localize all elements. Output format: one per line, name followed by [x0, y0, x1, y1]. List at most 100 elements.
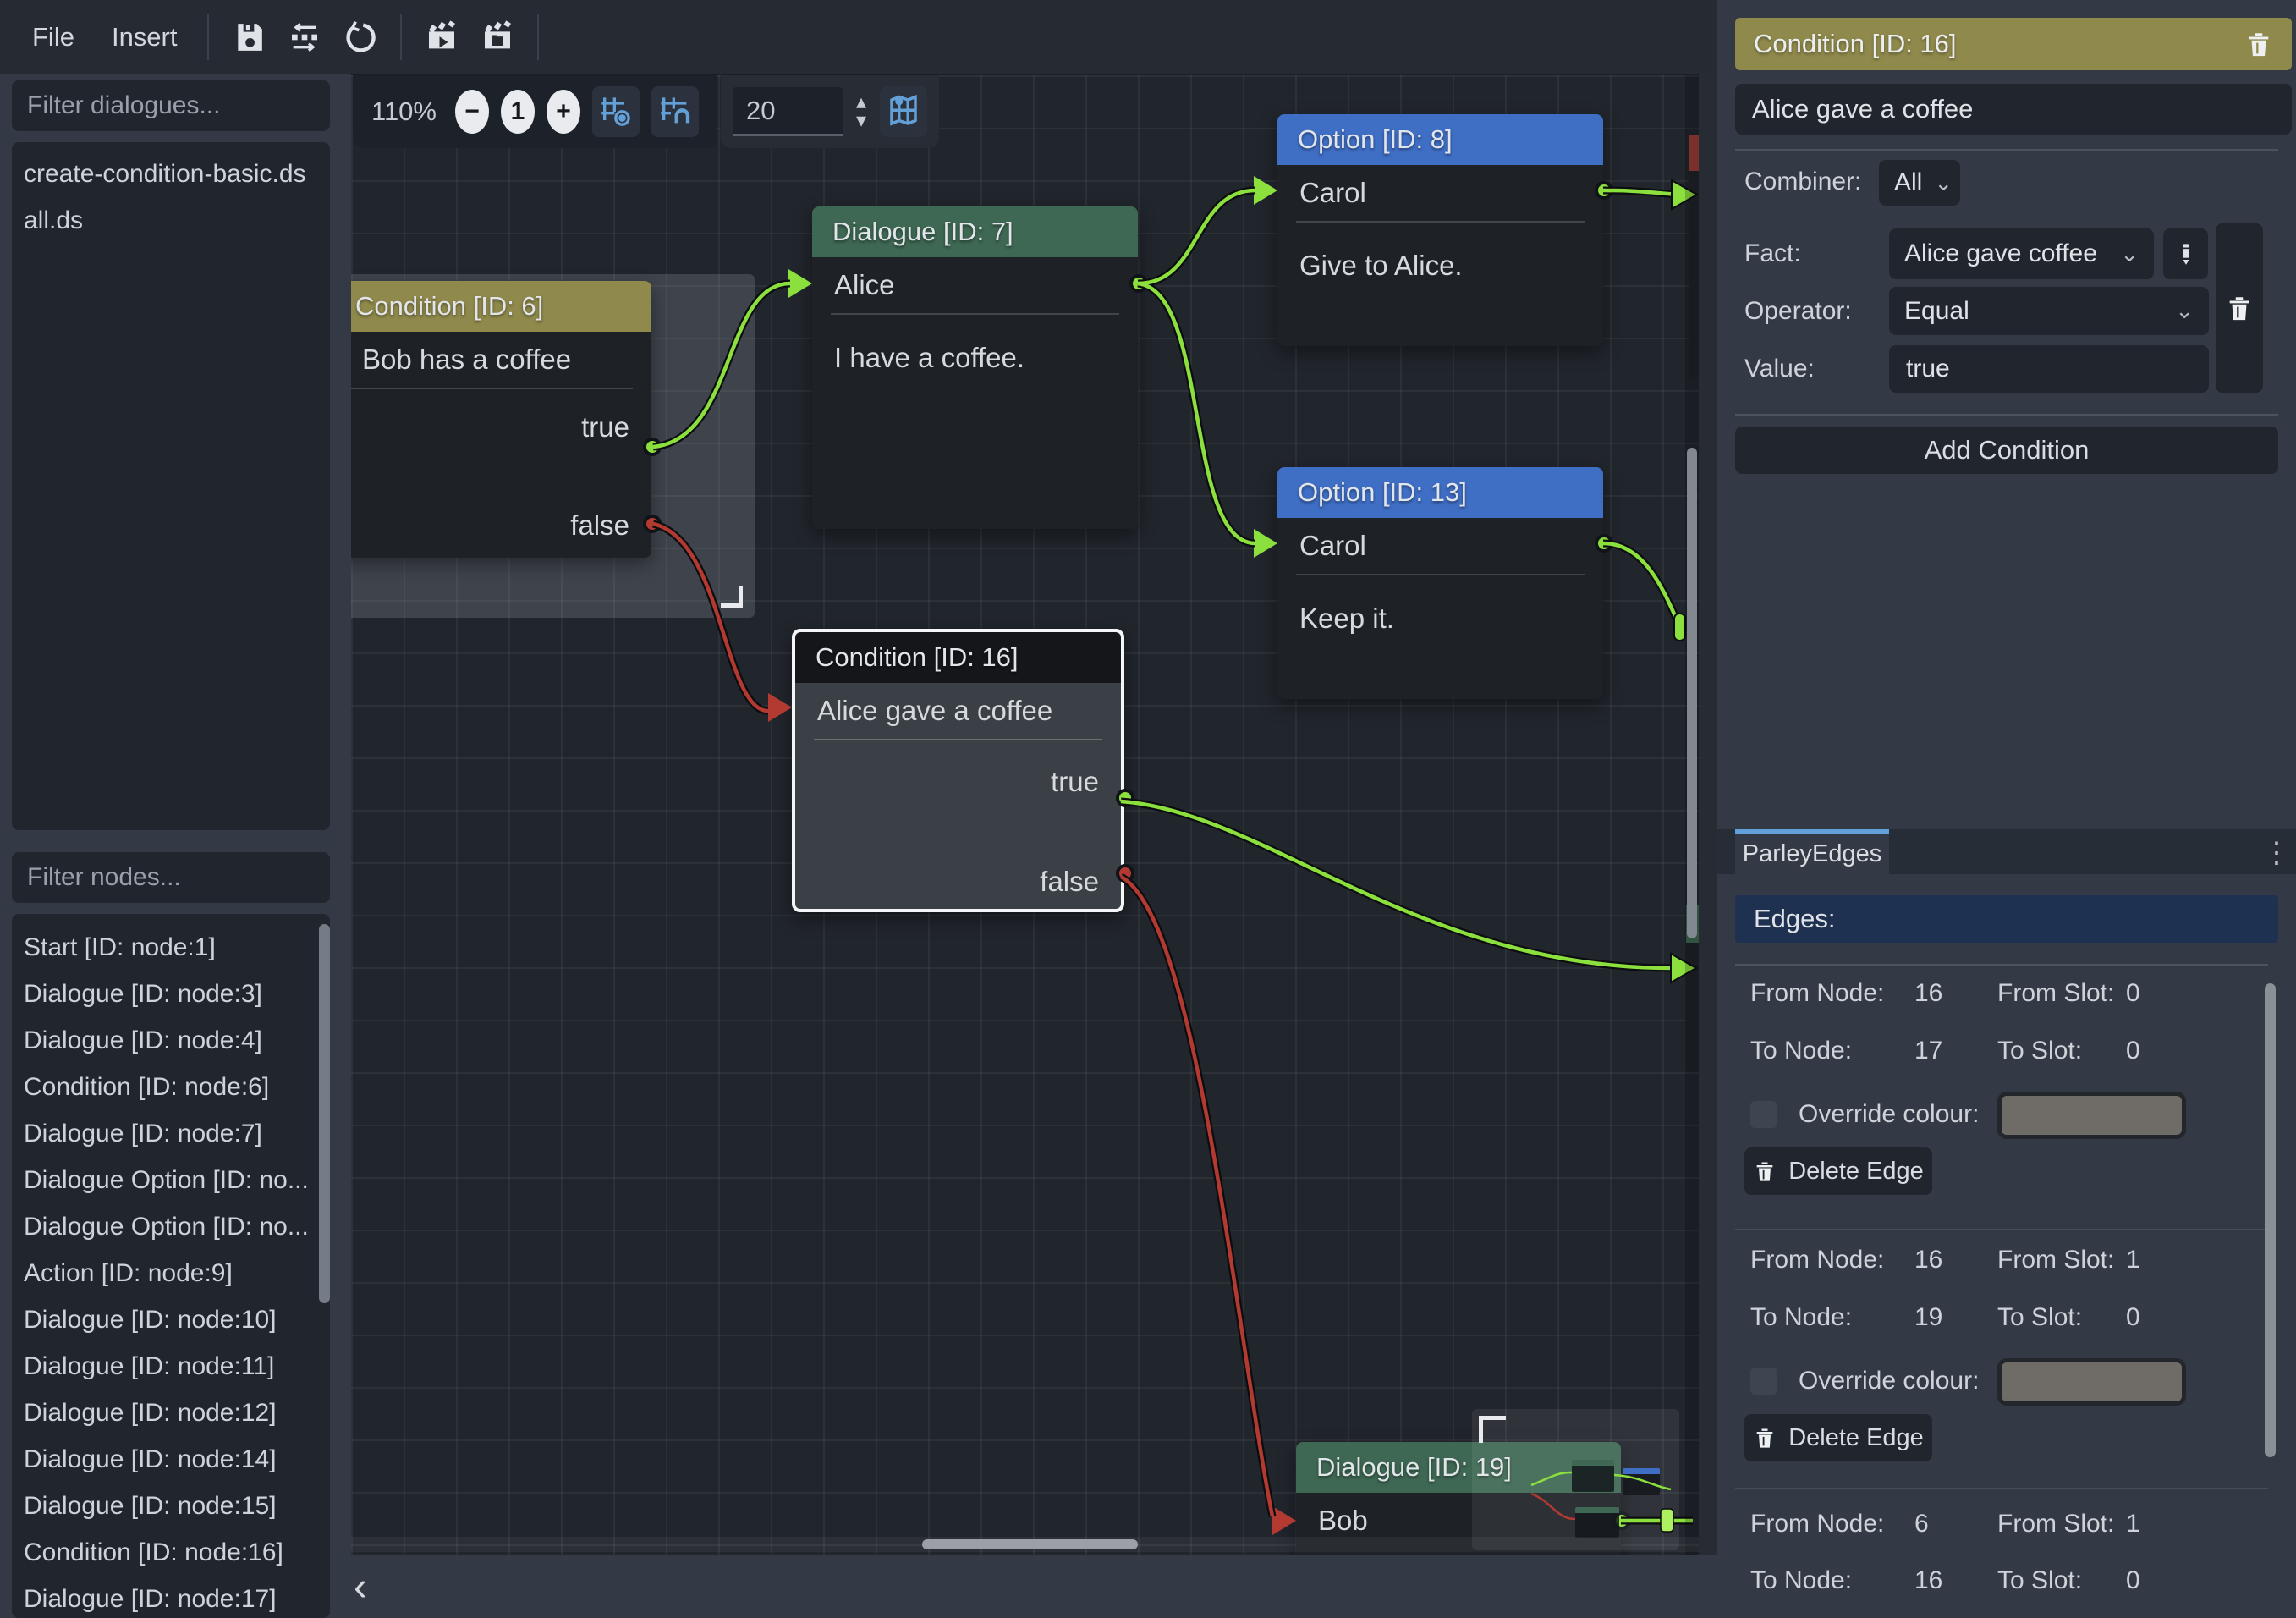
to-slot-value: 0: [2126, 1303, 2140, 1332]
tab-parleyedges[interactable]: ParleyEdges: [1735, 829, 1889, 874]
fact-dropdown[interactable]: Alice gave coffee ⌄: [1889, 228, 2154, 279]
output-port-true[interactable]: [1116, 789, 1134, 807]
delete-edge-button[interactable]: Delete Edge: [1744, 1147, 1932, 1195]
zoom-reset-button[interactable]: 1: [501, 90, 535, 134]
override-colour-checkbox[interactable]: [1750, 1101, 1777, 1128]
chevron-down-icon: ⌄: [1922, 170, 1953, 196]
combiner-dropdown[interactable]: All ⌄: [1879, 160, 1960, 206]
test-dialogue-icon[interactable]: [417, 13, 466, 62]
delete-node-icon[interactable]: [2244, 30, 2273, 58]
node-list-item[interactable]: Dialogue [ID: node:14]: [12, 1436, 330, 1483]
canvas-vscrollbar-thumb[interactable]: [1687, 448, 1697, 938]
snap-magnet-toggle[interactable]: [651, 86, 699, 137]
node-list-item[interactable]: Dialogue [ID: node:3]: [12, 971, 330, 1017]
output-port[interactable]: [1595, 534, 1613, 553]
dock-menu-icon[interactable]: ⋮: [2262, 836, 2291, 870]
node-divider: [1296, 574, 1585, 575]
input-port[interactable]: [788, 269, 812, 298]
node-list-item[interactable]: Condition [ID: node:6]: [12, 1064, 330, 1110]
node-list-item[interactable]: Condition [ID: node:16]: [12, 1529, 330, 1576]
output-port[interactable]: [1595, 181, 1613, 200]
minimap[interactable]: [1472, 1409, 1679, 1550]
spinner-down-icon[interactable]: ▾: [856, 112, 866, 130]
dialogue-file-item[interactable]: all.ds: [12, 197, 330, 244]
new-dialogue-icon[interactable]: [473, 13, 522, 62]
node-title[interactable]: Option [ID: 13]: [1277, 467, 1603, 518]
condition-description-field[interactable]: Alice gave a coffee: [1735, 84, 2292, 135]
graph-node-dialogue-7[interactable]: Dialogue [ID: 7] Alice I have a coffee.: [812, 206, 1138, 529]
graph-node-option-8[interactable]: Option [ID: 8] Carol Give to Alice.: [1277, 114, 1603, 346]
chevron-down-icon: ⌄: [2108, 241, 2139, 267]
node-list-item[interactable]: Dialogue [ID: node:10]: [12, 1296, 330, 1343]
output-port-false[interactable]: [1116, 864, 1134, 883]
from-node-value: 16: [1914, 979, 1997, 1008]
node-filter: [12, 852, 330, 903]
save-icon[interactable]: [224, 13, 273, 62]
node-list-item[interactable]: Dialogue [ID: node:15]: [12, 1483, 330, 1529]
divider: [1735, 149, 2278, 151]
output-port-false[interactable]: [643, 515, 662, 533]
node-title[interactable]: Condition [ID: 16]: [795, 632, 1121, 683]
edge-row: From Node: 16 From Slot: 0: [1735, 975, 2243, 1012]
to-node-label: To Node:: [1735, 1566, 1914, 1595]
node-title[interactable]: Condition [ID: 6]: [351, 281, 651, 332]
node-list-item[interactable]: Dialogue [ID: node:17]: [12, 1576, 330, 1618]
canvas-hscrollbar-thumb[interactable]: [922, 1539, 1138, 1549]
node-list-item[interactable]: Dialogue [ID: node:12]: [12, 1390, 330, 1436]
node-list-item[interactable]: Dialogue Option [ID: no...: [12, 1157, 330, 1203]
panel-divider: [1699, 74, 1717, 1555]
node-filter-input[interactable]: [27, 863, 354, 892]
input-port[interactable]: [768, 693, 792, 722]
spinner-arrows[interactable]: ▴ ▾: [856, 93, 866, 130]
graph-node-condition-16[interactable]: Condition [ID: 16] Alice gave a coffee t…: [792, 629, 1124, 912]
override-colour-checkbox[interactable]: [1750, 1368, 1777, 1395]
node-list-item[interactable]: Dialogue [ID: node:4]: [12, 1017, 330, 1064]
zoom-out-button[interactable]: −: [455, 90, 489, 134]
value-field[interactable]: true: [1889, 345, 2209, 393]
graph-canvas[interactable]: Condition [ID: 6] Bob has a coffee true …: [351, 74, 1699, 1555]
zoom-in-button[interactable]: +: [547, 90, 580, 134]
node-list-item[interactable]: Action [ID: node:9]: [12, 1250, 330, 1296]
snap-distance-field[interactable]: 20: [733, 87, 843, 136]
graph-node-condition-6[interactable]: Condition [ID: 6] Bob has a coffee true …: [351, 281, 651, 558]
trash-icon: [2225, 294, 2254, 322]
menu-file[interactable]: File: [17, 22, 90, 52]
node-text: I have a coffee.: [812, 330, 1138, 386]
import-export-icon[interactable]: [280, 13, 329, 62]
resize-handle-icon[interactable]: [721, 586, 743, 608]
undo-icon[interactable]: [336, 13, 385, 62]
collapse-sidebar-icon[interactable]: ‹: [354, 1564, 367, 1610]
edit-fact-button[interactable]: [2163, 228, 2208, 279]
divider: [1735, 1229, 2268, 1230]
override-colour-swatch[interactable]: [2002, 1362, 2182, 1401]
node-list-item[interactable]: Dialogue [ID: node:7]: [12, 1110, 330, 1157]
node-list-item[interactable]: Start [ID: node:1]: [12, 924, 330, 971]
from-node-value: 6: [1914, 1510, 1997, 1538]
output-port-true[interactable]: [643, 438, 662, 456]
add-condition-button[interactable]: Add Condition: [1735, 427, 2278, 474]
node-fact-text: Bob has a coffee: [351, 332, 651, 388]
dialogue-filter-input[interactable]: [27, 91, 354, 120]
edges-list-scrollbar[interactable]: [2265, 983, 2276, 1457]
override-colour-swatch[interactable]: [2002, 1096, 2182, 1135]
operator-dropdown[interactable]: Equal ⌄: [1889, 287, 2209, 335]
node-list-item[interactable]: Dialogue Option [ID: no...: [12, 1203, 330, 1250]
node-title[interactable]: Dialogue [ID: 7]: [812, 206, 1138, 257]
input-port[interactable]: [1254, 529, 1277, 558]
menu-insert[interactable]: Insert: [96, 22, 193, 52]
toolbar-separator: [537, 14, 539, 60]
snap-grid-toggle[interactable]: [592, 86, 640, 137]
graph-node-option-13[interactable]: Option [ID: 13] Carol Keep it.: [1277, 467, 1603, 699]
zoom-level: 110%: [371, 96, 437, 127]
node-list-item[interactable]: Dialogue [ID: node:11]: [12, 1343, 330, 1390]
node-title[interactable]: Option [ID: 8]: [1277, 114, 1603, 165]
input-port[interactable]: [1272, 1506, 1296, 1535]
dialogue-file-item[interactable]: create-condition-basic.ds: [12, 151, 330, 197]
input-port[interactable]: [1254, 176, 1277, 205]
delete-edge-button[interactable]: Delete Edge: [1744, 1414, 1932, 1461]
node-list-scrollbar[interactable]: [319, 924, 330, 1303]
delete-condition-button[interactable]: [2216, 223, 2263, 393]
minimap-toggle[interactable]: [880, 86, 927, 137]
output-port[interactable]: [1129, 274, 1148, 293]
node-divider: [831, 313, 1119, 315]
